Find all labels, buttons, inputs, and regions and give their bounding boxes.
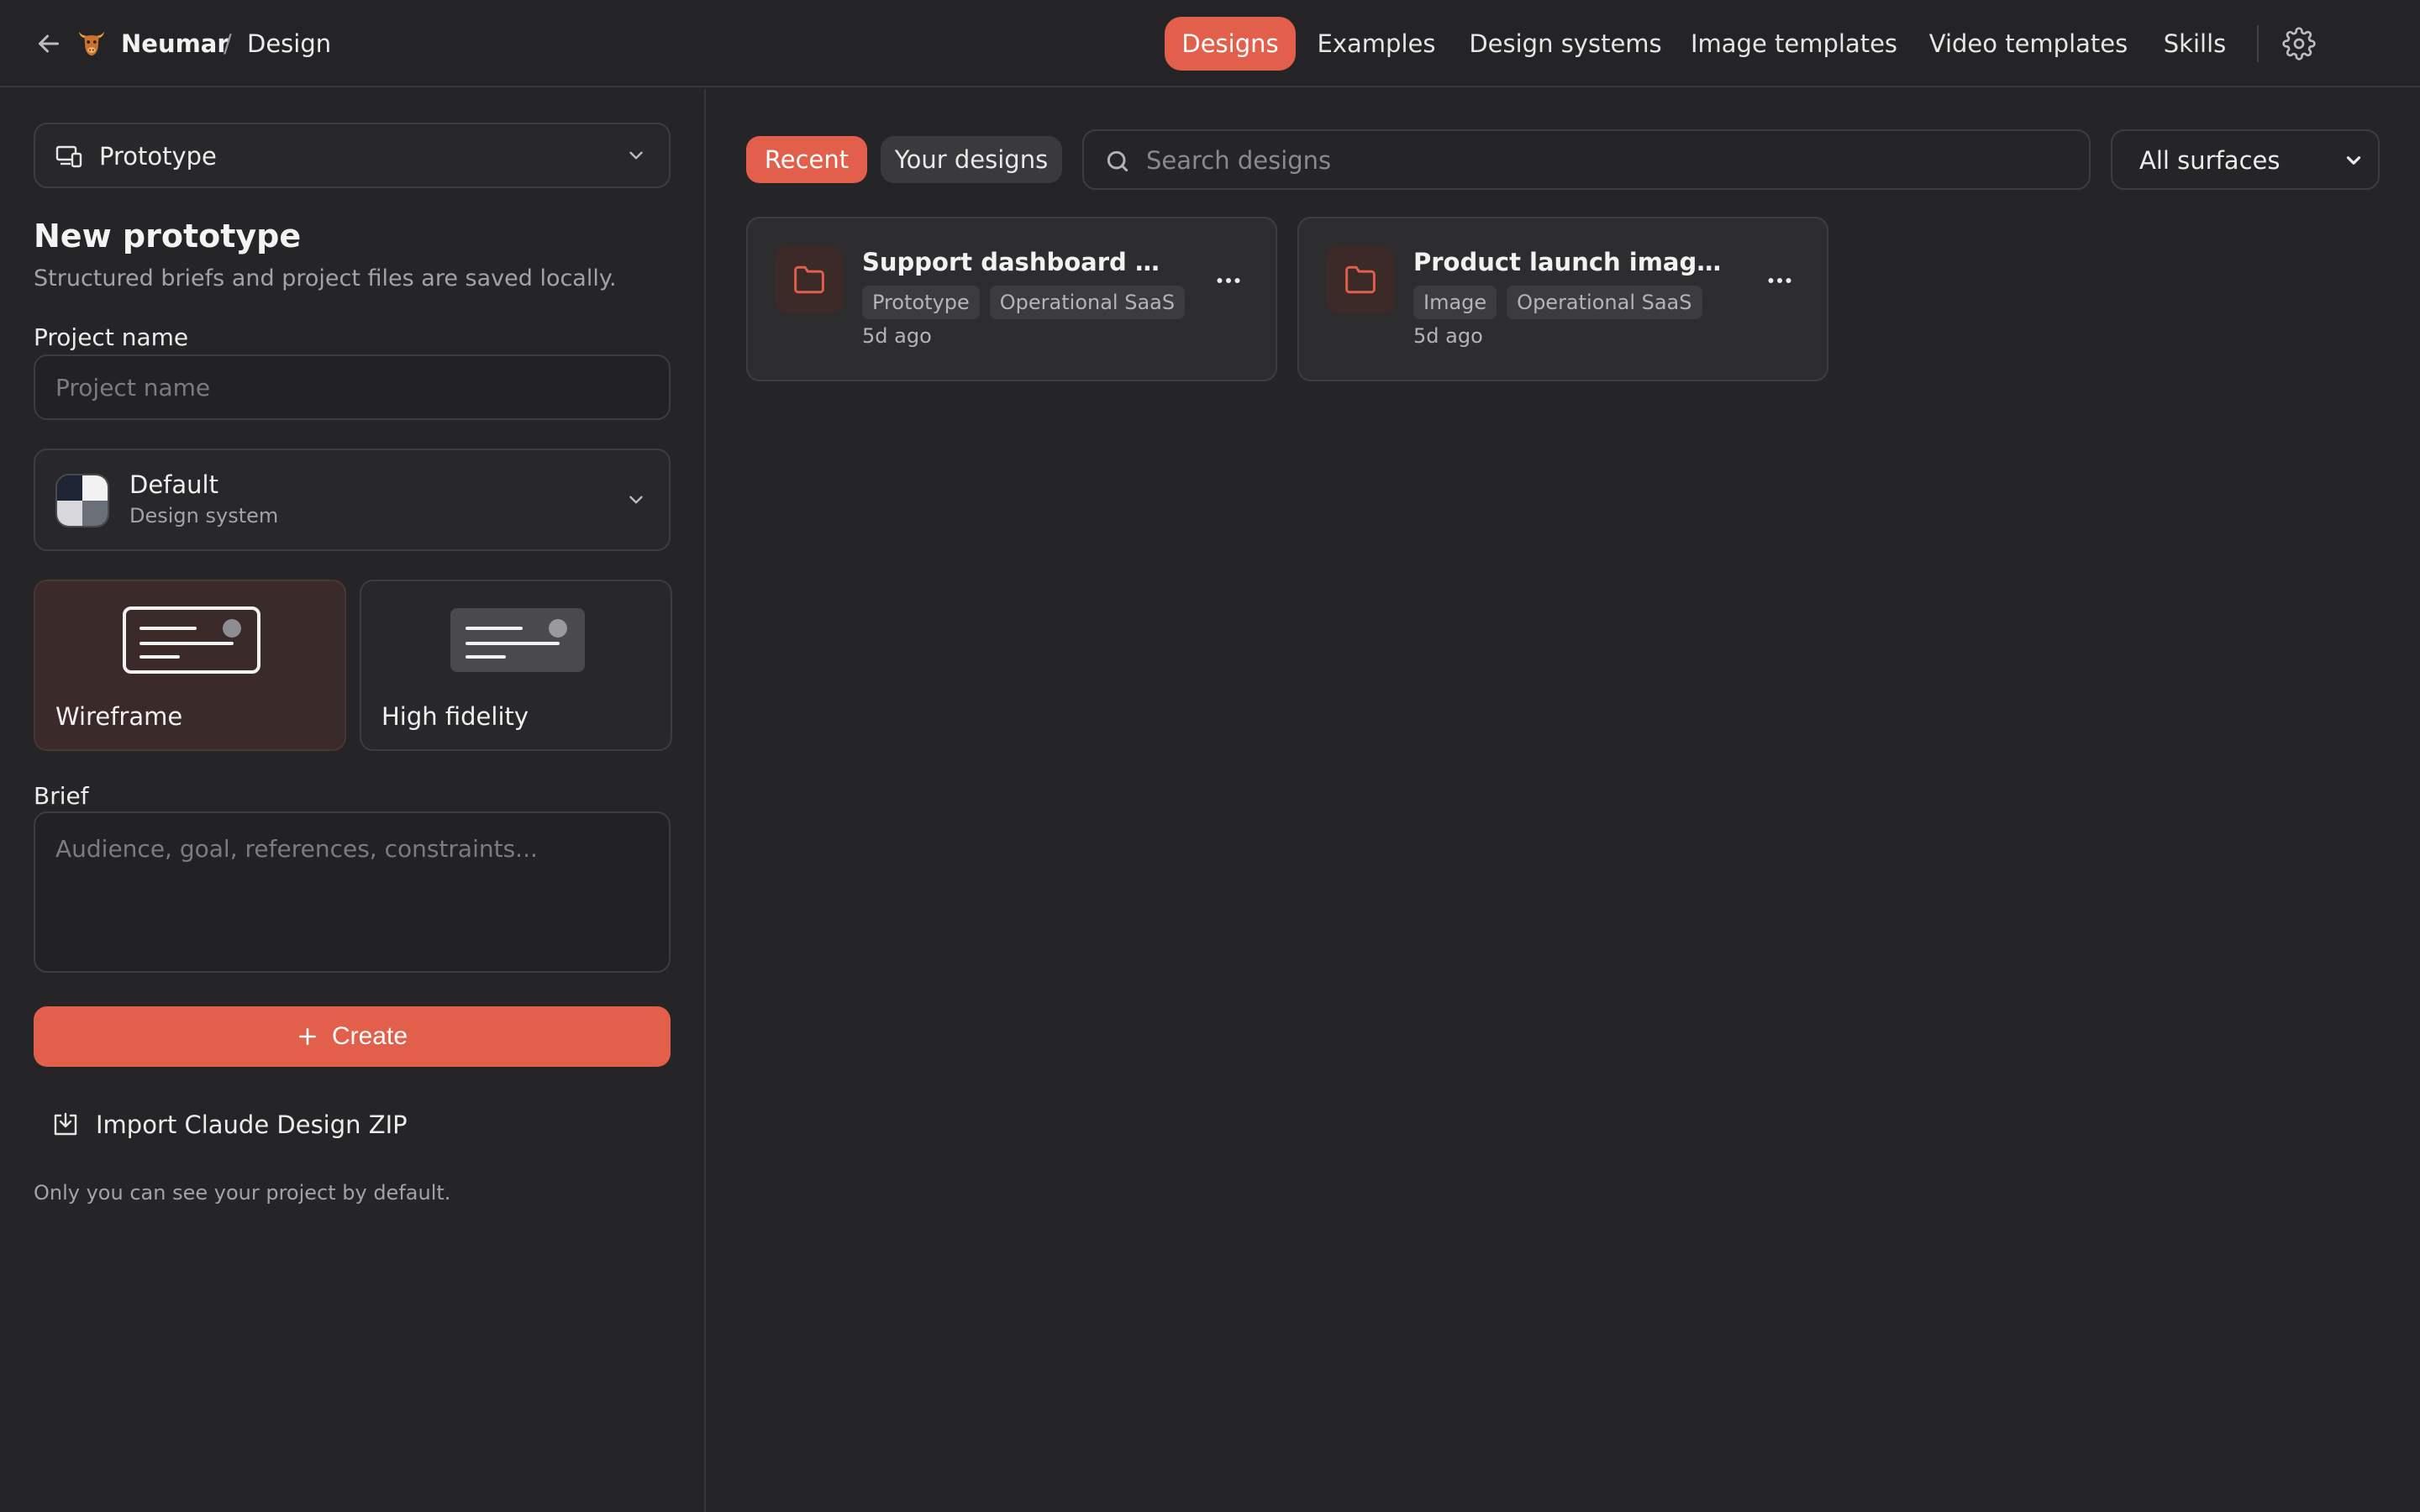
create-button[interactable]: Create [34, 1006, 671, 1067]
filter-tab-recent[interactable]: Recent [746, 136, 867, 183]
section-title: New prototype [34, 218, 302, 255]
design-system-subtitle: Design system [129, 504, 279, 528]
surface-filter-select[interactable]: All surfaces [2111, 129, 2380, 190]
fidelity-label: High fidelity [381, 702, 529, 731]
design-card-time: 5d ago [862, 324, 932, 348]
gear-icon [2282, 27, 2316, 60]
more-horizontal-icon [1768, 278, 1791, 283]
filter-tab-your-designs[interactable]: Your designs [881, 136, 1062, 183]
chevron-down-icon [629, 151, 643, 160]
chevron-down-icon [2346, 156, 2361, 165]
settings-button[interactable] [2282, 27, 2316, 60]
design-card[interactable]: Support dashboard mockup Prototype Opera… [746, 217, 1277, 381]
fidelity-option-wireframe[interactable]: Wireframe [34, 580, 346, 751]
arrow-left-icon [39, 34, 59, 53]
tab-video-templates[interactable]: Video templates [1923, 17, 2134, 71]
devices-icon [55, 145, 82, 168]
design-tag: Operational SaaS [989, 286, 1186, 319]
design-system-name: Default [129, 470, 218, 499]
folder-icon [1326, 245, 1395, 314]
sidebar-divider [704, 89, 706, 1512]
design-system-select[interactable]: Default Design system [34, 449, 671, 551]
design-tag: Operational SaaS [1507, 286, 1702, 319]
tab-examples[interactable]: Examples [1311, 17, 1442, 71]
surface-filter-value: All surfaces [2139, 146, 2281, 175]
nav-divider [2257, 25, 2259, 62]
search-icon [1107, 150, 1128, 172]
design-card-tags: Prototype Operational SaaS [862, 286, 1186, 319]
project-name-label: Project name [34, 323, 189, 351]
more-options-button[interactable] [1765, 265, 1795, 296]
folder-icon [775, 245, 844, 314]
wireframe-thumbnail [123, 606, 260, 674]
brief-textarea[interactable] [34, 811, 671, 973]
breadcrumb-app[interactable]: Neumar [121, 28, 229, 60]
high-fidelity-thumbnail [450, 608, 585, 672]
plus-icon [299, 1028, 316, 1045]
search-box [1082, 129, 2091, 190]
breadcrumb-separator: / [224, 29, 232, 58]
design-card-title: Support dashboard mockup [862, 248, 1181, 276]
back-button[interactable] [34, 29, 64, 59]
brief-label: Brief [34, 782, 89, 810]
top-bar: Neumar / Design Designs Examples Design … [0, 0, 2420, 87]
design-tag: Prototype [862, 286, 980, 319]
bull-logo [76, 27, 108, 59]
tab-image-templates[interactable]: Image templates [1686, 17, 1902, 71]
design-card[interactable]: Product launch image set Image Operation… [1297, 217, 1828, 381]
surface-select[interactable]: Prototype [34, 123, 671, 188]
more-horizontal-icon [1217, 278, 1240, 283]
import-zip-label: Import Claude Design ZIP [96, 1110, 408, 1139]
privacy-footnote: Only you can see your project by default… [34, 1181, 451, 1205]
design-card-title: Product launch image set [1413, 248, 1733, 276]
project-name-input[interactable] [34, 354, 671, 420]
design-card-time: 5d ago [1413, 324, 1483, 348]
fidelity-option-high-fidelity[interactable]: High fidelity [360, 580, 672, 751]
design-system-swatch [55, 474, 109, 528]
tab-design-systems[interactable]: Design systems [1462, 17, 1669, 71]
import-zip-button[interactable]: Import Claude Design ZIP [52, 1105, 408, 1144]
create-button-label: Create [331, 1022, 408, 1050]
breadcrumb-page: Design [247, 29, 332, 58]
tab-designs[interactable]: Designs [1165, 17, 1296, 71]
more-options-button[interactable] [1213, 265, 1244, 296]
search-input[interactable] [1144, 138, 2069, 183]
sidebar: Prototype New prototype Structured brief… [0, 89, 704, 1512]
section-subtitle: Structured briefs and project files are … [34, 265, 617, 291]
fidelity-label: Wireframe [55, 702, 183, 731]
chevron-down-icon [629, 496, 643, 504]
tab-skills[interactable]: Skills [2154, 17, 2235, 71]
design-tag: Image [1413, 286, 1497, 319]
import-icon [54, 1112, 77, 1136]
surface-select-value: Prototype [99, 142, 217, 171]
design-card-tags: Image Operational SaaS [1413, 286, 1702, 319]
